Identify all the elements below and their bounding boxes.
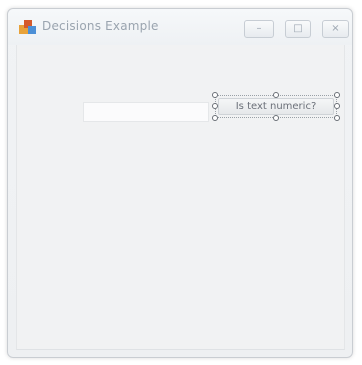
resize-handle-bottom[interactable] [273, 115, 279, 121]
app-icon [19, 20, 36, 34]
resize-handle-bottom-right[interactable] [334, 115, 340, 121]
close-button[interactable]: × [322, 20, 349, 38]
maximize-button[interactable]: □ [285, 20, 311, 38]
resize-handle-top-left[interactable] [212, 92, 218, 98]
resize-handle-right[interactable] [334, 103, 340, 109]
title-bar[interactable]: Decisions Example – □ × [8, 9, 352, 45]
selected-button-designer[interactable]: Is text numeric? [210, 90, 342, 123]
form-window: Decisions Example – □ × Is text numeric? [7, 8, 353, 358]
is-numeric-button[interactable]: Is text numeric? [218, 98, 334, 115]
minimize-button[interactable]: – [244, 20, 274, 38]
resize-handle-left[interactable] [212, 103, 218, 109]
resize-handle-bottom-left[interactable] [212, 115, 218, 121]
resize-handle-top[interactable] [273, 92, 279, 98]
resize-handle-top-right[interactable] [334, 92, 340, 98]
window-title: Decisions Example [42, 19, 159, 33]
input-textbox[interactable] [83, 102, 209, 122]
form-client-area: Is text numeric? [16, 45, 345, 350]
